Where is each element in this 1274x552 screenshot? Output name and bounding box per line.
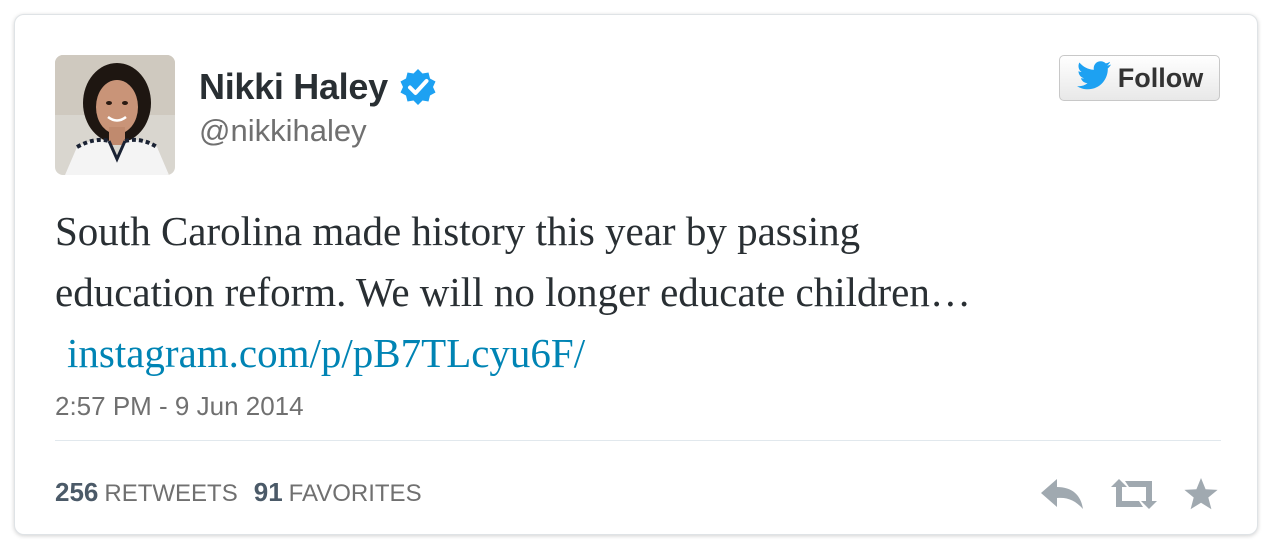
favorites-count: 91 <box>253 477 283 507</box>
favorites-label: FAVORITES <box>288 480 422 507</box>
twitter-bird-icon <box>1076 60 1112 96</box>
follow-button-label: Follow <box>1117 62 1204 93</box>
tweet-text-line: education reform. We will no longer educ… <box>55 269 971 315</box>
favorites-stat[interactable]: 91 FAVORITES <box>254 477 422 508</box>
author-display-name[interactable]: Nikki Haley <box>199 66 388 108</box>
author-name-row: Nikki Haley <box>199 65 438 109</box>
tweet-timestamp[interactable]: 2:57 PM - 9 Jun 2014 <box>55 391 304 422</box>
retweets-stat[interactable]: 256 RETWEETS <box>55 477 238 508</box>
avatar-image <box>55 55 175 175</box>
verified-badge-icon <box>398 67 438 107</box>
tweet-text-line: South Carolina made history this year by… <box>55 208 861 254</box>
follow-button[interactable]: Follow <box>1059 55 1220 101</box>
tweet-text: South Carolina made history this year by… <box>55 201 1225 384</box>
tweet-stats: 256 RETWEETS 91 FAVORITES <box>55 477 422 508</box>
favorite-icon[interactable] <box>1183 477 1219 516</box>
reply-icon[interactable] <box>1039 477 1085 516</box>
tweet-actions <box>1039 477 1219 516</box>
author-handle[interactable]: @nikkihaley <box>199 113 367 149</box>
divider <box>55 440 1221 441</box>
avatar[interactable] <box>55 55 175 175</box>
tweet-link-line: instagram.com/p/pB7TLcyu6F/ <box>55 323 1225 384</box>
tweet-link[interactable]: instagram.com/p/pB7TLcyu6F/ <box>67 330 585 376</box>
retweets-count: 256 <box>55 477 99 507</box>
retweet-icon[interactable] <box>1109 477 1159 516</box>
tweet-card: Nikki Haley @nikkihaley Follow South Car… <box>14 14 1258 535</box>
retweets-label: RETWEETS <box>104 480 238 507</box>
